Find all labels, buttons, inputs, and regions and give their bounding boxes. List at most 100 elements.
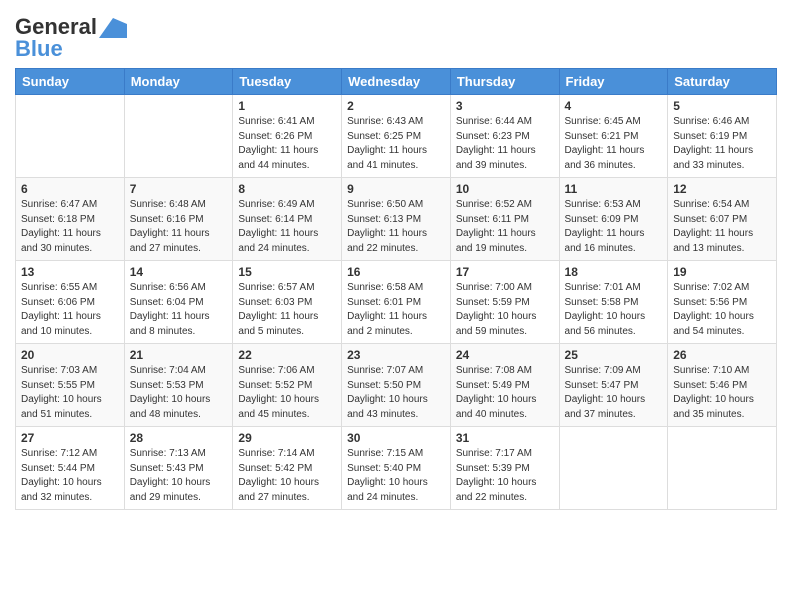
calendar-week-row: 27 Sunrise: 7:12 AMSunset: 5:44 PMDayligh… xyxy=(16,427,777,510)
header: General Blue xyxy=(15,10,777,62)
day-number: 10 xyxy=(456,182,554,196)
day-info: Sunrise: 7:14 AMSunset: 5:42 PMDaylight:… xyxy=(238,447,336,505)
calendar-cell xyxy=(124,95,233,178)
calendar-cell: 5 Sunrise: 6:46 AMSunset: 6:19 PMDaylight… xyxy=(668,95,777,178)
day-info: Sunrise: 6:53 AMSunset: 6:09 PMDaylight:… xyxy=(565,198,663,256)
day-info: Sunrise: 6:57 AMSunset: 6:03 PMDaylight:… xyxy=(238,281,336,339)
day-info: Sunrise: 7:09 AMSunset: 5:47 PMDaylight:… xyxy=(565,364,663,422)
calendar-cell: 31 Sunrise: 7:17 AMSunset: 5:39 PMDayligh… xyxy=(450,427,559,510)
day-number: 21 xyxy=(130,348,228,362)
calendar-cell: 3Sunrise: 6:44 AMSunset: 6:23 PMDaylight… xyxy=(450,95,559,178)
day-info: Sunrise: 7:13 AMSunset: 5:43 PMDaylight:… xyxy=(130,447,228,505)
day-info: Sunrise: 7:12 AMSunset: 5:44 PMDaylight:… xyxy=(21,447,119,505)
calendar-cell: 29Sunrise: 7:14 AMSunset: 5:42 PMDayligh… xyxy=(233,427,342,510)
day-number: 22 xyxy=(238,348,336,362)
calendar-cell: 4 Sunrise: 6:45 AMSunset: 6:21 PMDaylight… xyxy=(559,95,668,178)
day-info: Sunrise: 6:52 AMSunset: 6:11 PMDaylight:… xyxy=(456,198,554,256)
day-number: 20 xyxy=(21,348,119,362)
calendar-cell: 16 Sunrise: 6:58 AMSunset: 6:01 PMDayligh… xyxy=(342,261,451,344)
calendar-cell: 22Sunrise: 7:06 AMSunset: 5:52 PMDayligh… xyxy=(233,344,342,427)
day-info: Sunrise: 6:44 AMSunset: 6:23 PMDaylight:… xyxy=(456,115,554,173)
day-number: 17 xyxy=(456,265,554,279)
day-number: 13 xyxy=(21,265,119,279)
day-info: Sunrise: 6:45 AMSunset: 6:21 PMDaylight:… xyxy=(565,115,663,173)
day-info: Sunrise: 7:01 AMSunset: 5:58 PMDaylight:… xyxy=(565,281,663,339)
calendar-header: SundayMondayTuesdayWednesdayThursdayFrid… xyxy=(16,69,777,95)
day-info: Sunrise: 7:17 AMSunset: 5:39 PMDaylight:… xyxy=(456,447,554,505)
calendar-week-row: 20 Sunrise: 7:03 AMSunset: 5:55 PMDayligh… xyxy=(16,344,777,427)
calendar-cell xyxy=(16,95,125,178)
calendar-cell: 21 Sunrise: 7:04 AMSunset: 5:53 PMDayligh… xyxy=(124,344,233,427)
calendar-cell: 7 Sunrise: 6:48 AMSunset: 6:16 PMDaylight… xyxy=(124,178,233,261)
day-number: 2 xyxy=(347,99,445,113)
day-number: 31 xyxy=(456,431,554,445)
calendar-cell: 13Sunrise: 6:55 AMSunset: 6:06 PMDayligh… xyxy=(16,261,125,344)
day-info: Sunrise: 6:48 AMSunset: 6:16 PMDaylight:… xyxy=(130,198,228,256)
calendar-cell: 1Sunrise: 6:41 AMSunset: 6:26 PMDaylight… xyxy=(233,95,342,178)
day-number: 16 xyxy=(347,265,445,279)
calendar-cell: 24Sunrise: 7:08 AMSunset: 5:49 PMDayligh… xyxy=(450,344,559,427)
calendar-cell: 23 Sunrise: 7:07 AMSunset: 5:50 PMDayligh… xyxy=(342,344,451,427)
day-info: Sunrise: 6:47 AMSunset: 6:18 PMDaylight:… xyxy=(21,198,119,256)
day-number: 9 xyxy=(347,182,445,196)
calendar-body: 1Sunrise: 6:41 AMSunset: 6:26 PMDaylight… xyxy=(16,95,777,510)
day-info: Sunrise: 7:10 AMSunset: 5:46 PMDaylight:… xyxy=(673,364,771,422)
day-info: Sunrise: 7:02 AMSunset: 5:56 PMDaylight:… xyxy=(673,281,771,339)
calendar-cell: 8 Sunrise: 6:49 AMSunset: 6:14 PMDaylight… xyxy=(233,178,342,261)
calendar-week-row: 1Sunrise: 6:41 AMSunset: 6:26 PMDaylight… xyxy=(16,95,777,178)
day-info: Sunrise: 7:03 AMSunset: 5:55 PMDaylight:… xyxy=(21,364,119,422)
weekday-header: Sunday xyxy=(16,69,125,95)
day-number: 8 xyxy=(238,182,336,196)
calendar-week-row: 13Sunrise: 6:55 AMSunset: 6:06 PMDayligh… xyxy=(16,261,777,344)
weekday-row: SundayMondayTuesdayWednesdayThursdayFrid… xyxy=(16,69,777,95)
calendar-cell: 2Sunrise: 6:43 AMSunset: 6:25 PMDaylight… xyxy=(342,95,451,178)
day-info: Sunrise: 6:46 AMSunset: 6:19 PMDaylight:… xyxy=(673,115,771,173)
day-number: 15 xyxy=(238,265,336,279)
day-number: 24 xyxy=(456,348,554,362)
calendar-cell: 14 Sunrise: 6:56 AMSunset: 6:04 PMDayligh… xyxy=(124,261,233,344)
day-number: 6 xyxy=(21,182,119,196)
day-info: Sunrise: 6:58 AMSunset: 6:01 PMDaylight:… xyxy=(347,281,445,339)
calendar-cell: 25 Sunrise: 7:09 AMSunset: 5:47 PMDayligh… xyxy=(559,344,668,427)
calendar-cell: 19 Sunrise: 7:02 AMSunset: 5:56 PMDayligh… xyxy=(668,261,777,344)
day-info: Sunrise: 6:50 AMSunset: 6:13 PMDaylight:… xyxy=(347,198,445,256)
day-number: 7 xyxy=(130,182,228,196)
day-number: 12 xyxy=(673,182,771,196)
day-number: 19 xyxy=(673,265,771,279)
day-number: 11 xyxy=(565,182,663,196)
calendar-page: General Blue SundayMondayTuesdayWednesda… xyxy=(0,0,792,612)
day-info: Sunrise: 7:15 AMSunset: 5:40 PMDaylight:… xyxy=(347,447,445,505)
day-info: Sunrise: 6:49 AMSunset: 6:14 PMDaylight:… xyxy=(238,198,336,256)
day-info: Sunrise: 7:04 AMSunset: 5:53 PMDaylight:… xyxy=(130,364,228,422)
calendar-cell: 15 Sunrise: 6:57 AMSunset: 6:03 PMDayligh… xyxy=(233,261,342,344)
weekday-header: Saturday xyxy=(668,69,777,95)
logo-icon xyxy=(99,18,127,38)
calendar-week-row: 6 Sunrise: 6:47 AMSunset: 6:18 PMDaylight… xyxy=(16,178,777,261)
day-number: 18 xyxy=(565,265,663,279)
day-number: 14 xyxy=(130,265,228,279)
day-number: 25 xyxy=(565,348,663,362)
day-info: Sunrise: 6:41 AMSunset: 6:26 PMDaylight:… xyxy=(238,115,336,173)
day-number: 30 xyxy=(347,431,445,445)
day-number: 27 xyxy=(21,431,119,445)
logo: General Blue xyxy=(15,14,127,62)
day-number: 28 xyxy=(130,431,228,445)
day-info: Sunrise: 6:56 AMSunset: 6:04 PMDaylight:… xyxy=(130,281,228,339)
logo-blue-text: Blue xyxy=(15,36,63,62)
calendar-cell: 6 Sunrise: 6:47 AMSunset: 6:18 PMDaylight… xyxy=(16,178,125,261)
day-info: Sunrise: 7:07 AMSunset: 5:50 PMDaylight:… xyxy=(347,364,445,422)
day-number: 23 xyxy=(347,348,445,362)
calendar-cell: 11 Sunrise: 6:53 AMSunset: 6:09 PMDayligh… xyxy=(559,178,668,261)
weekday-header: Tuesday xyxy=(233,69,342,95)
day-number: 5 xyxy=(673,99,771,113)
calendar-cell: 9 Sunrise: 6:50 AMSunset: 6:13 PMDaylight… xyxy=(342,178,451,261)
weekday-header: Friday xyxy=(559,69,668,95)
calendar-cell xyxy=(559,427,668,510)
calendar-cell: 26 Sunrise: 7:10 AMSunset: 5:46 PMDayligh… xyxy=(668,344,777,427)
calendar-table: SundayMondayTuesdayWednesdayThursdayFrid… xyxy=(15,68,777,510)
day-number: 26 xyxy=(673,348,771,362)
day-number: 4 xyxy=(565,99,663,113)
weekday-header: Thursday xyxy=(450,69,559,95)
calendar-cell: 17 Sunrise: 7:00 AMSunset: 5:59 PMDayligh… xyxy=(450,261,559,344)
day-info: Sunrise: 7:00 AMSunset: 5:59 PMDaylight:… xyxy=(456,281,554,339)
